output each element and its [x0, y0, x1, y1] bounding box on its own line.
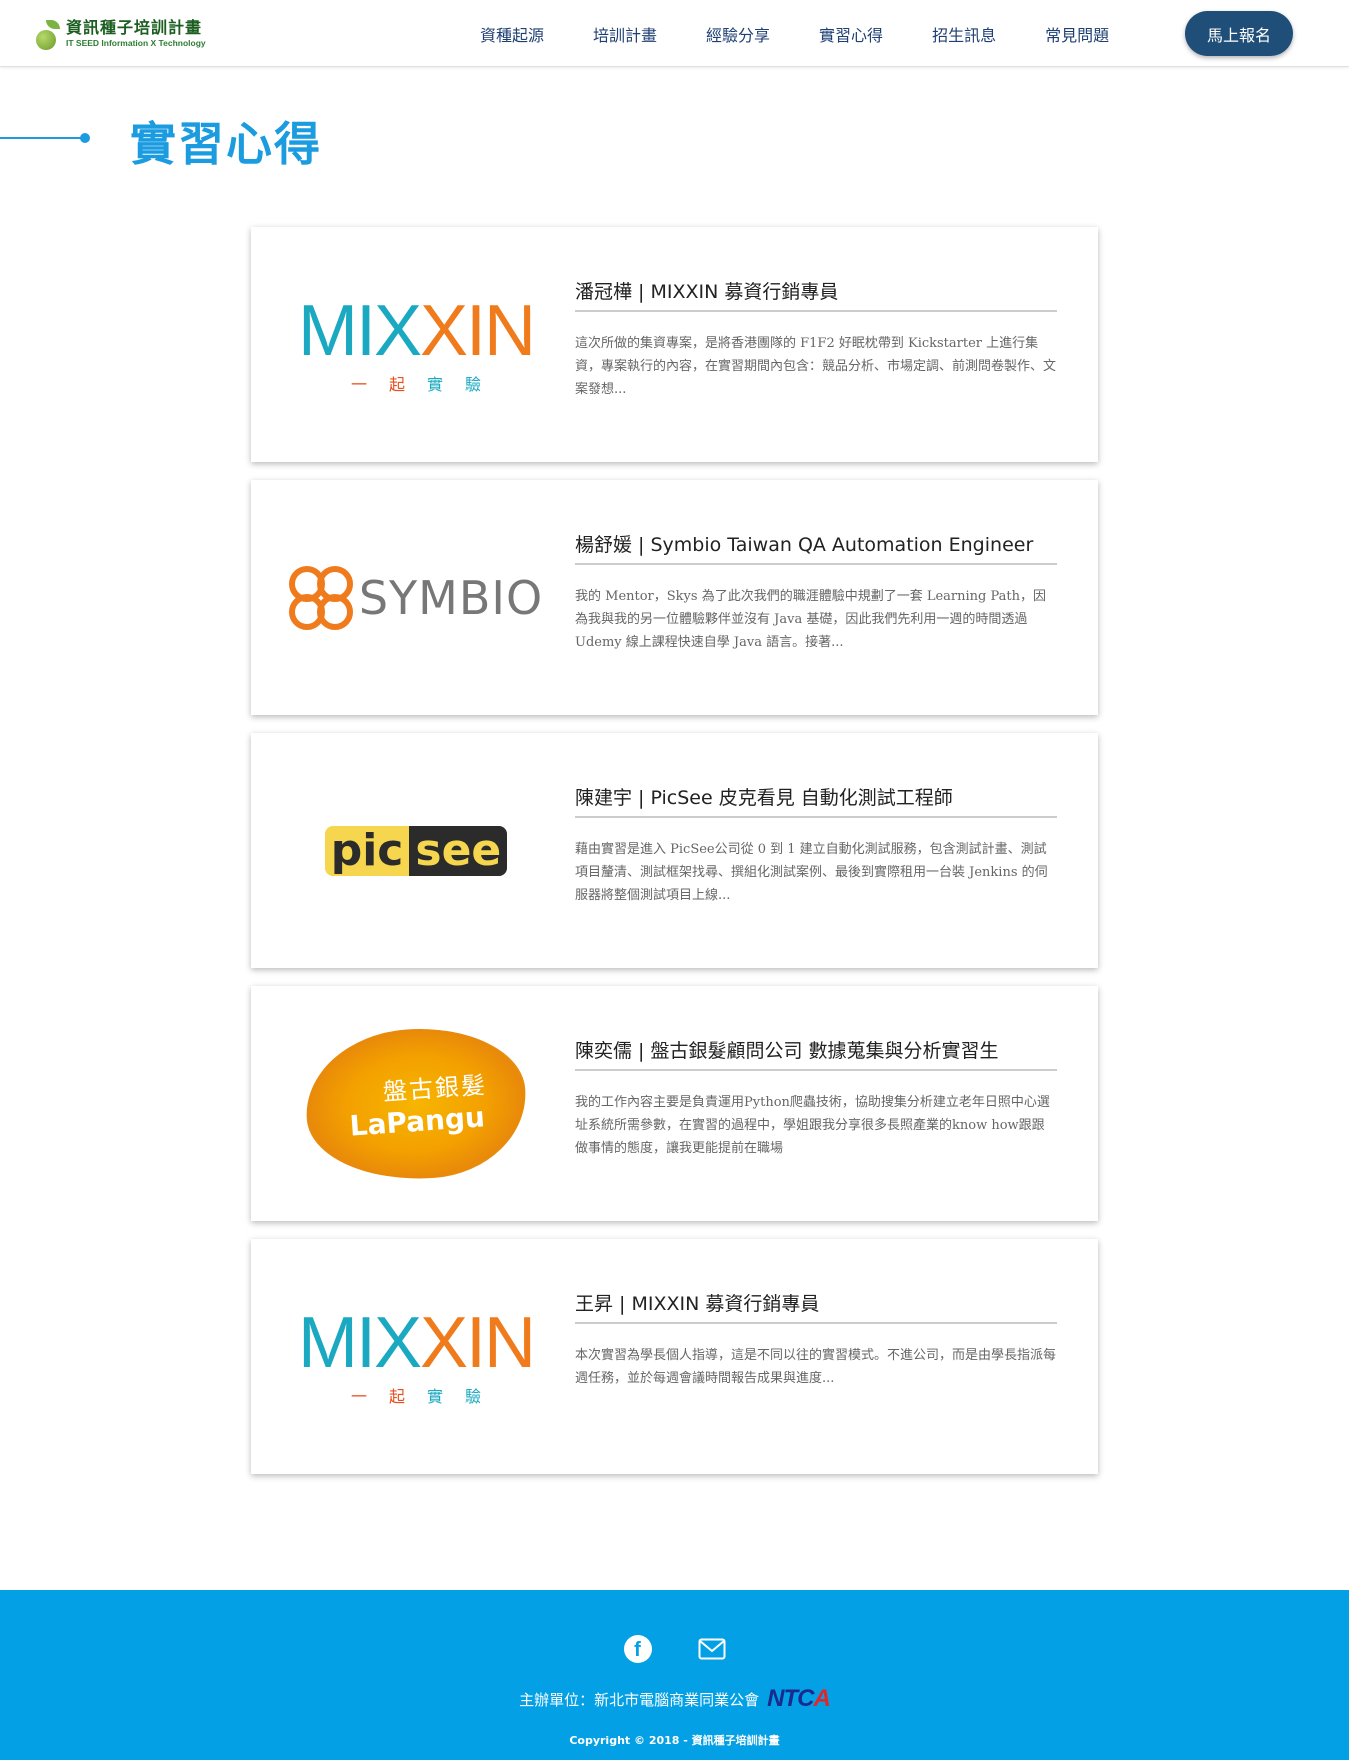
post-title[interactable]: 陳建宇 | PicSee 皮克看見 自動化測試工程師	[575, 783, 1057, 818]
symbio-knot-icon	[288, 565, 353, 630]
seed-logo-icon	[34, 20, 62, 50]
post-excerpt: 本次實習為學長個人指導，這是不同以往的實習模式。不進公司，而是由學長指派每週任務…	[575, 1348, 1057, 1386]
nav-item-experience[interactable]: 經驗分享	[706, 22, 770, 46]
post-card[interactable]: MIXXIN 一起實驗 王昇 | MIXXIN 募資行銷專員 本次實習為學長個人…	[251, 1239, 1098, 1474]
post-excerpt: 我的 Mentor，Skys 為了此次我們的職涯體驗中規劃了一套 Learnin…	[575, 589, 1046, 650]
nav-item-training-plan[interactable]: 培訓計畫	[593, 22, 657, 46]
post-card[interactable]: SYMBIO 楊舒媛 | Symbio Taiwan QA Automation…	[251, 480, 1098, 715]
post-title[interactable]: 楊舒媛 | Symbio Taiwan QA Automation Engine…	[575, 530, 1057, 565]
post-title[interactable]: 王昇 | MIXXIN 募資行銷專員	[575, 1289, 1057, 1324]
sponsor-label: 主辦單位：新北市電腦商業同業公會	[519, 1690, 760, 1709]
post-title[interactable]: 陳奕儒 | 盤古銀髮顧問公司 數據蒐集與分析實習生	[575, 1036, 1057, 1071]
title-decoration-line	[0, 137, 85, 139]
site-header: 資訊種子培訓計畫 IT SEED Information X Technolog…	[0, 0, 1349, 67]
page-title: 實習心得	[130, 117, 322, 171]
logo-title: 資訊種子培訓計畫	[66, 18, 203, 38]
post-excerpt: 我的工作內容主要是負責運用Python爬蟲技術，協助搜集分析建立老年日照中心選址…	[575, 1095, 1050, 1156]
post-title[interactable]: 潘冠樺 | MIXXIN 募資行銷專員	[575, 277, 1057, 312]
mixxin-logo: MIXXIN 一起實驗	[297, 1302, 536, 1406]
sponsor-line: 主辦單位：新北市電腦商業同業公會 NTCA	[0, 1685, 1349, 1713]
site-logo[interactable]: 資訊種子培訓計畫 IT SEED Information X Technolog…	[34, 14, 234, 54]
nav-item-internship[interactable]: 實習心得	[819, 22, 883, 46]
signup-button[interactable]: 馬上報名	[1185, 11, 1293, 56]
post-excerpt: 這次所做的集資專案，是將香港團隊的 F1F2 好眠枕帶到 Kickstarter…	[575, 336, 1057, 397]
post-card[interactable]: MIXXIN 一起實驗 潘冠樺 | MIXXIN 募資行銷專員 這次所做的集資專…	[251, 227, 1098, 462]
site-footer: f 主辦單位：新北市電腦商業同業公會 NTCA Copyright © 2018…	[0, 1590, 1349, 1760]
symbio-logo: SYMBIO	[288, 520, 542, 675]
mixxin-logo: MIXXIN 一起實驗	[297, 290, 536, 394]
logo-subtitle: IT SEED Information X Technology	[66, 38, 206, 49]
lapangu-logo: 盤古銀髮 LaPangu	[291, 1021, 541, 1186]
post-excerpt: 藉由實習是進入 PicSee公司從 0 到 1 建立自動化測試服務，包含測試計畫…	[575, 842, 1048, 903]
main-nav: 資種起源 培訓計畫 經驗分享 實習心得 招生訊息 常見問題	[480, 0, 1158, 67]
picsee-logo: pic see	[291, 773, 541, 928]
ntca-logo[interactable]: NTCA	[767, 1685, 831, 1713]
nav-item-faq[interactable]: 常見問題	[1045, 22, 1109, 46]
social-links: f	[0, 1635, 1349, 1663]
post-card[interactable]: 盤古銀髮 LaPangu 陳奕儒 | 盤古銀髮顧問公司 數據蒐集與分析實習生 我…	[251, 986, 1098, 1221]
facebook-icon[interactable]: f	[623, 1635, 652, 1663]
title-decoration-dot	[80, 133, 90, 143]
post-card[interactable]: pic see 陳建宇 | PicSee 皮克看見 自動化測試工程師 藉由實習是…	[251, 733, 1098, 968]
nav-item-origin[interactable]: 資種起源	[480, 22, 544, 46]
mail-icon[interactable]	[698, 1635, 726, 1663]
nav-item-admissions[interactable]: 招生訊息	[932, 22, 996, 46]
copyright-text: Copyright © 2018 - 資訊種子培訓計畫	[569, 1734, 780, 1747]
